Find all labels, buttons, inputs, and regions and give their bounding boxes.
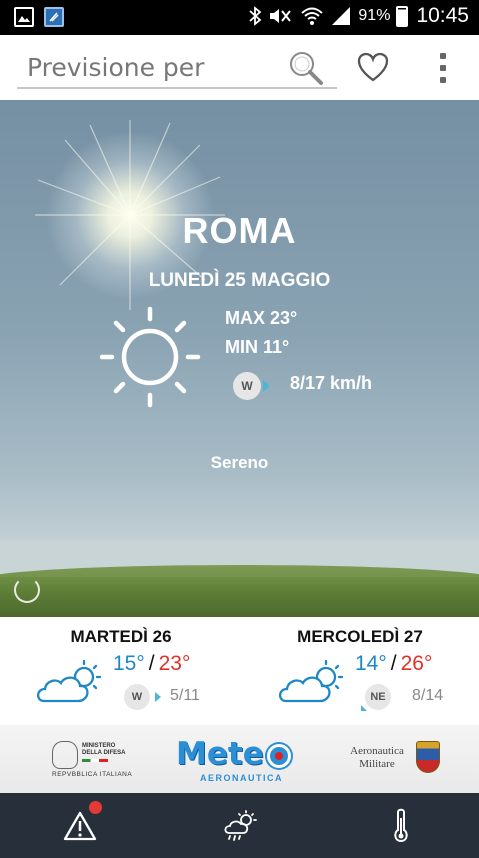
sponsor-logos: MINISTERO DELLA DIFESA REPVBBLICA ITALIA…: [0, 725, 479, 793]
ministry-of-defense-logo: MINISTERO DELLA DIFESA REPVBBLICA ITALIA…: [50, 739, 133, 781]
meteo-aeronautica-logo: Meteo AERONAUTICA: [160, 730, 310, 788]
temp-separator: /: [148, 652, 155, 675]
forecast-wind-badge: NE: [365, 684, 391, 710]
forecast-low: 14°: [355, 652, 387, 675]
warning-icon: [63, 811, 97, 841]
nav-forecast[interactable]: [215, 803, 265, 849]
mute-icon: [270, 9, 292, 23]
clock: 10:45: [416, 4, 469, 27]
more-vert-icon: [440, 53, 446, 59]
ministry-line1: MINISTERO: [82, 743, 116, 749]
search-button[interactable]: [288, 50, 324, 86]
status-bar: 91% 10:45: [0, 0, 479, 35]
forecast-day-name: MERCOLEDÌ 27: [297, 627, 423, 646]
daily-forecast: MARTEDÌ 26 15°/23° W 5/11 MERCOLEDÌ 27 1…: [0, 617, 479, 725]
loading-spinner-icon: [14, 577, 40, 603]
forecast-wind-speed: 5/11: [170, 687, 200, 704]
italian-flag-icon: [82, 759, 108, 762]
weather-condition: Sereno: [210, 453, 269, 472]
roundel-icon: [267, 744, 291, 768]
background-grass: [0, 577, 479, 617]
search-header: [0, 35, 479, 100]
aeronautica-militare-logo: Aeronautica Militare: [340, 739, 445, 783]
favorite-button[interactable]: [356, 51, 390, 85]
forecast-day[interactable]: MARTEDÌ 26 15°/23° W 5/11: [0, 617, 240, 725]
nav-temperature[interactable]: [376, 803, 426, 849]
app-notification-icon: [44, 7, 64, 27]
forecast-wind-badge: W: [124, 684, 150, 710]
city-name: ROMA: [182, 210, 297, 251]
wind-arrow-icon: [263, 380, 270, 392]
forecast-high: 23°: [158, 652, 191, 675]
bottom-navigation: [0, 793, 479, 858]
wind-arrow-icon: [155, 692, 161, 702]
temp-separator: /: [390, 652, 397, 675]
forecast-temperatures: 15°/23°: [113, 652, 190, 676]
forecast-day-name: MARTEDÌ 26: [70, 627, 172, 646]
battery-icon: [396, 5, 409, 27]
forecast-temperatures: 14°/26°: [355, 652, 432, 676]
wind-arrow-icon: [361, 705, 367, 711]
meteo-logo-subtitle: AERONAUTICA: [200, 773, 283, 783]
search-icon: [290, 52, 323, 85]
nav-alerts[interactable]: [55, 801, 105, 849]
gallery-icon: [14, 7, 34, 27]
am-line2: Militare: [359, 758, 395, 770]
wind-direction-badge: W: [233, 372, 261, 400]
partly-cloudy-icon: [36, 659, 102, 703]
forecast-high: 26°: [400, 652, 433, 675]
battery-percent: 91%: [358, 7, 391, 24]
am-line1: Aeronautica: [350, 745, 404, 757]
heart-icon: [357, 52, 389, 82]
current-date: LUNEDÌ 25 MAGGIO: [148, 270, 331, 291]
forecast-wind-speed: 8/14: [412, 687, 444, 704]
signal-icon: [332, 7, 351, 25]
forecast-day[interactable]: MERCOLEDÌ 27 14°/26° NE 8/14: [240, 617, 479, 725]
max-temperature: MAX 23°: [225, 308, 298, 328]
italian-emblem-icon: [52, 741, 78, 769]
forecast-low: 15°: [113, 652, 145, 675]
ministry-bottom: REPVBBLICA ITALIANA: [52, 771, 133, 778]
search-input[interactable]: [17, 49, 282, 85]
min-temperature: MIN 11°: [225, 337, 290, 357]
notification-dot: [89, 801, 102, 814]
current-weather-panel: ROMA LUNEDÌ 25 MAGGIO MAX 23° MIN 11° W …: [0, 100, 479, 617]
wind-speed: 8/17 km/h: [290, 373, 373, 393]
sun-icon: [99, 306, 201, 408]
cloud-sun-rain-icon: [224, 810, 257, 841]
overflow-menu-button[interactable]: [430, 49, 456, 87]
ministry-line2: DELLA DIFESA: [82, 750, 126, 756]
bluetooth-icon: [249, 6, 262, 26]
air-force-crest-icon: [416, 741, 440, 773]
partly-cloudy-icon: [278, 659, 344, 703]
thermometer-icon: [394, 808, 408, 843]
wifi-icon: [301, 7, 324, 25]
